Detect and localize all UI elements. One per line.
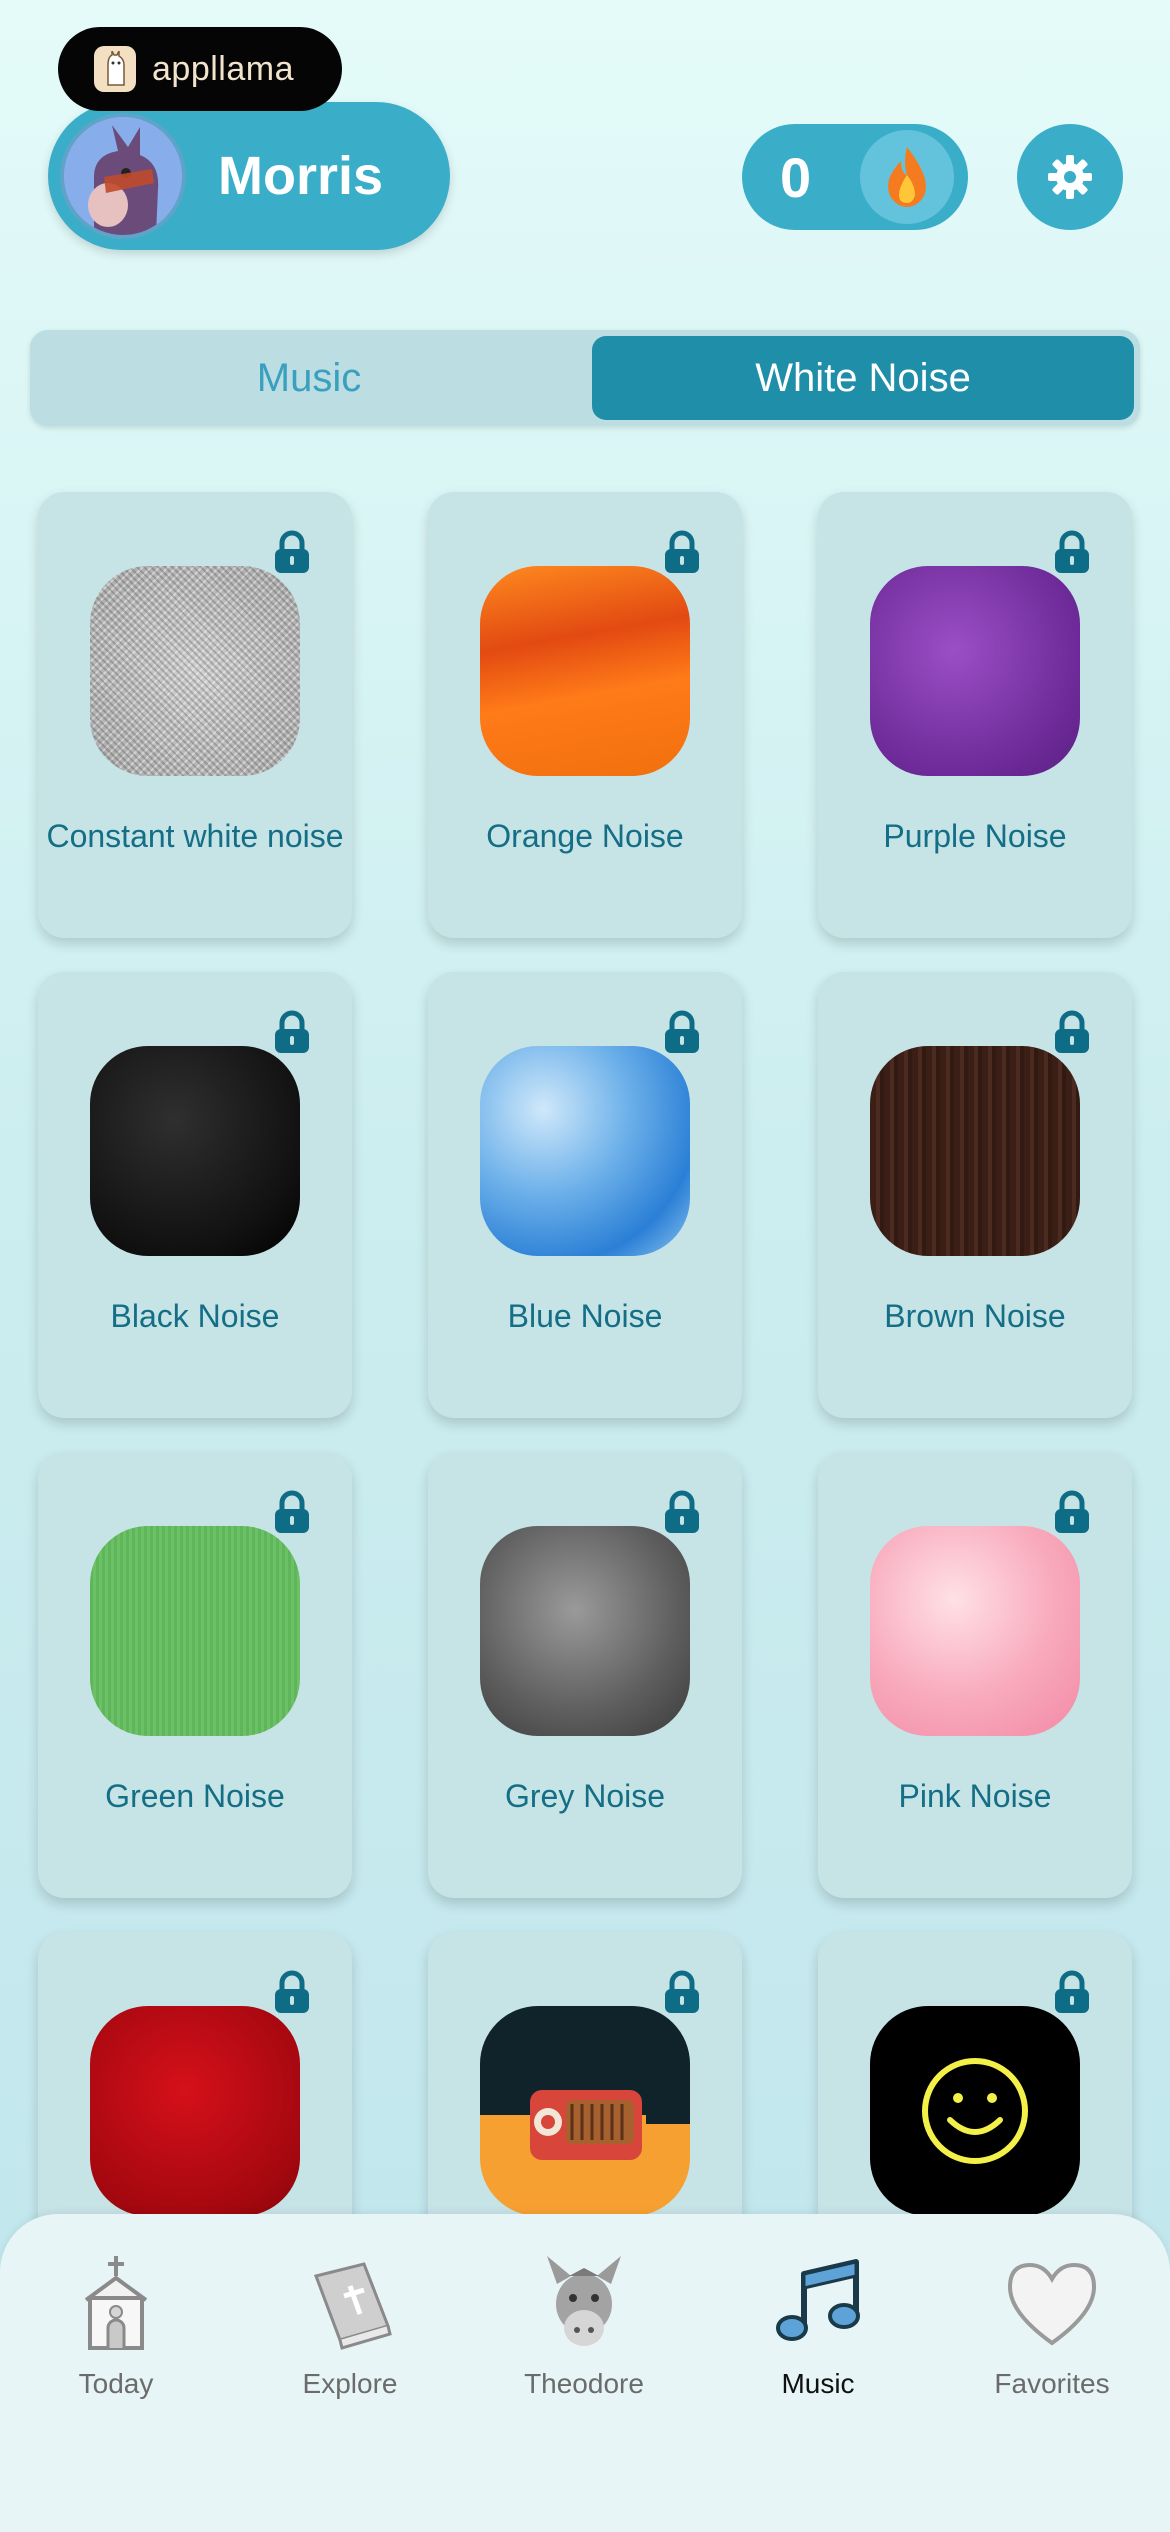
lock-icon (665, 1490, 699, 1533)
appllama-brand-badge: appllama (58, 27, 342, 111)
profile-name: Morris (218, 146, 384, 206)
donkey-icon (534, 2254, 634, 2354)
orange-watercolor-thumbnail (480, 566, 690, 776)
nav-music[interactable]: Music (718, 2254, 918, 2400)
sound-card-grey-noise[interactable]: Grey Noise (428, 1452, 742, 1898)
sound-label: Brown Noise (884, 1298, 1066, 1334)
sound-label: Grey Noise (504, 1778, 666, 1814)
brand-name: appllama (152, 49, 294, 88)
sound-label: Orange Noise (486, 818, 684, 854)
lock-icon (665, 1010, 699, 1053)
tab-white-noise[interactable]: White Noise (592, 336, 1134, 420)
white-static-thumbnail (90, 566, 300, 776)
streak-count: 0 (780, 145, 812, 209)
sound-card-constant-white-noise[interactable]: Constant white noise (38, 492, 352, 938)
category-segmented-control: Music White Noise (30, 330, 1140, 426)
lock-icon (665, 1970, 699, 2013)
tab-music[interactable]: Music (36, 336, 582, 420)
sound-label: Pink Noise (898, 1778, 1052, 1814)
nav-label: Favorites (994, 2368, 1110, 2399)
bible-icon (300, 2254, 400, 2354)
llama-logo-icon (94, 46, 136, 92)
sound-card-pink-noise[interactable]: Pink Noise (818, 1452, 1132, 1898)
nav-today[interactable]: Today (16, 2254, 216, 2400)
lock-icon (1055, 1970, 1089, 2013)
lock-icon (275, 1010, 309, 1053)
sound-card-orange-noise[interactable]: Orange Noise (428, 492, 742, 938)
sound-card-black-noise[interactable]: Black Noise (38, 972, 352, 1418)
nav-favorites[interactable]: Favorites (952, 2254, 1152, 2400)
church-icon (66, 2254, 166, 2354)
sound-card-green-noise[interactable]: Green Noise (38, 1452, 352, 1898)
nav-label: Today (78, 2368, 154, 2399)
pink-watercolor-thumbnail (870, 1526, 1080, 1736)
nav-label: Theodore (524, 2368, 644, 2399)
bottom-tab-bar: Today Explore Theodore Music Favorites (0, 2214, 1170, 2532)
retro-radio-thumbnail (480, 2006, 690, 2216)
blue-watercolor-thumbnail (480, 1046, 690, 1256)
lock-icon (275, 1490, 309, 1533)
streak-counter[interactable]: 0 (742, 124, 968, 230)
sound-label: Constant white noise (46, 818, 344, 854)
sound-label: Blue Noise (507, 1298, 663, 1334)
lock-icon (275, 1970, 309, 2013)
profile-button[interactable]: Morris (48, 102, 450, 250)
gear-icon (1048, 155, 1092, 199)
lock-icon (1055, 1010, 1089, 1053)
lock-icon (1055, 530, 1089, 573)
brown-wood-thumbnail (870, 1046, 1080, 1256)
flame-icon (860, 130, 954, 224)
sound-card-purple-noise[interactable]: Purple Noise (818, 492, 1132, 938)
sound-label: Green Noise (105, 1778, 285, 1814)
nav-explore[interactable]: Explore (250, 2254, 450, 2400)
heart-icon (1002, 2254, 1102, 2354)
settings-button[interactable] (1017, 124, 1123, 230)
green-fabric-thumbnail (90, 1526, 300, 1736)
neon-smiley-thumbnail (870, 2006, 1080, 2216)
nav-theodore[interactable]: Theodore (484, 2254, 684, 2400)
lock-icon (275, 530, 309, 573)
grey-watercolor-thumbnail (480, 1526, 690, 1736)
sound-label: Purple Noise (883, 818, 1067, 854)
red-velvet-thumbnail (90, 2006, 300, 2216)
music-note-icon (768, 2254, 868, 2354)
nav-label: Music (781, 2368, 855, 2399)
avatar (60, 113, 186, 239)
nav-label: Explore (302, 2368, 398, 2399)
lock-icon (665, 530, 699, 573)
sound-label: Black Noise (110, 1298, 280, 1334)
sound-card-blue-noise[interactable]: Blue Noise (428, 972, 742, 1418)
lock-icon (1055, 1490, 1089, 1533)
purple-watercolor-thumbnail (870, 566, 1080, 776)
sound-card-brown-noise[interactable]: Brown Noise (818, 972, 1132, 1418)
black-watercolor-thumbnail (90, 1046, 300, 1256)
